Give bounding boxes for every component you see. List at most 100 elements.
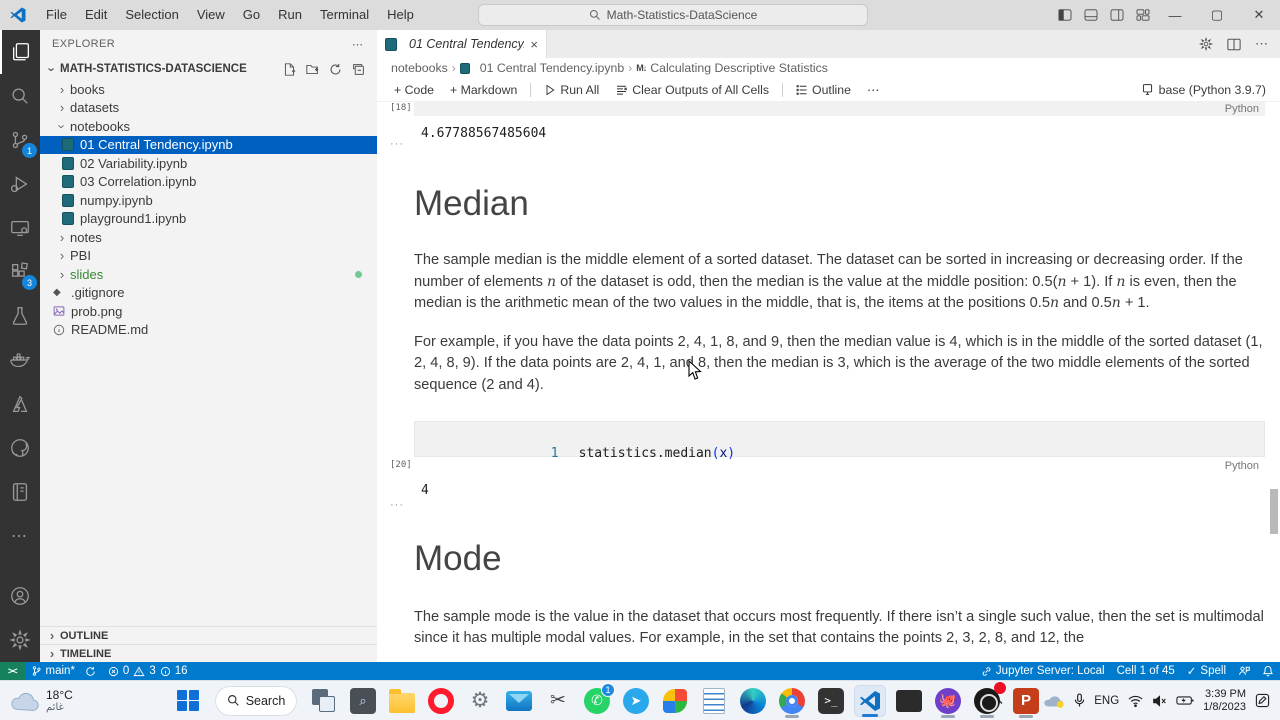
activity-testing[interactable] <box>0 294 40 338</box>
toggle-sidebar-icon[interactable] <box>1058 9 1072 21</box>
tree-file-02-variability-ipynb[interactable]: 02 Variability.ipynb <box>40 154 377 173</box>
tree-file-readme-md[interactable]: README.md <box>40 321 377 340</box>
command-center-search[interactable]: Math-Statistics-DataScience <box>478 4 868 26</box>
menu-selection[interactable]: Selection <box>116 0 187 30</box>
notebook-scrollbar[interactable] <box>1270 489 1278 534</box>
taskbar-search[interactable]: Search <box>211 685 301 717</box>
toggle-secondary-sidebar-icon[interactable] <box>1110 9 1124 21</box>
tree-folder-notes[interactable]: › notes <box>40 228 377 247</box>
menu-help[interactable]: Help <box>378 0 423 30</box>
kernel-picker[interactable]: base (Python 3.9.7) <box>1141 83 1280 97</box>
taskbar-whatsapp-icon[interactable]: ✆ 1 <box>581 682 615 717</box>
markdown-paragraph[interactable]: The sample mode is the value in the data… <box>414 607 1265 650</box>
new-folder-icon[interactable] <box>306 63 319 76</box>
tree-folder-datasets[interactable]: › datasets <box>40 99 377 118</box>
remote-indicator[interactable]: >< <box>0 662 25 680</box>
editor-more-actions-icon[interactable]: ⋯ <box>1255 36 1268 52</box>
taskbar-start-icon[interactable] <box>172 685 204 717</box>
wifi-icon[interactable] <box>1128 695 1143 707</box>
code-cell-partial[interactable]: Python <box>414 102 1265 116</box>
split-editor-icon[interactable] <box>1227 38 1241 51</box>
taskbar-cmd-icon[interactable] <box>893 685 925 717</box>
breadcrumb-notebooks[interactable]: notebooks <box>391 61 448 75</box>
tree-file--gitignore[interactable]: ◆ .gitignore <box>40 284 377 303</box>
taskbar-obs-icon[interactable] <box>971 681 1006 718</box>
breadcrumb-section[interactable]: Calculating Descriptive Statistics <box>650 61 828 75</box>
tab-central-tendency[interactable]: 01 Central Tendency.ipynb × <box>377 30 547 58</box>
tree-file-prob-png[interactable]: prob.png <box>40 302 377 321</box>
menu-view[interactable]: View <box>188 0 234 30</box>
customize-layout-icon[interactable] <box>1136 9 1150 21</box>
taskbar-file-explorer-icon[interactable] <box>386 685 418 717</box>
notebook-content[interactable]: [18] Python ··· 4.67788567485604 Median … <box>377 102 1280 662</box>
language-indicator[interactable]: ENG <box>1094 695 1119 707</box>
activity-github[interactable] <box>0 426 40 470</box>
taskbar-windows-terminal-icon[interactable]: >_ <box>815 685 847 717</box>
tree-file-01-central-tendency-ipynb[interactable]: 01 Central Tendency.ipynb <box>40 135 377 154</box>
activity-docker[interactable] <box>0 338 40 382</box>
battery-icon[interactable] <box>1176 695 1194 706</box>
account-button[interactable] <box>0 574 40 618</box>
taskbar-clock[interactable]: 3:39 PM 1/8/2023 <box>1203 688 1246 714</box>
activity-run-debug[interactable] <box>0 162 40 206</box>
code-cell-median[interactable]: 1 statistics.median(x) <box>414 420 1265 461</box>
tree-folder-notebooks[interactable]: › notebooks <box>40 117 377 136</box>
volume-muted-icon[interactable] <box>1152 694 1167 707</box>
manage-button[interactable] <box>0 618 40 662</box>
activity-source-control[interactable]: 1 <box>0 118 40 162</box>
menu-terminal[interactable]: Terminal <box>311 0 378 30</box>
taskbar-settings-app-icon[interactable]: ⚙ <box>464 685 496 717</box>
microphone-icon[interactable] <box>1074 693 1085 708</box>
taskbar-notepad-icon[interactable] <box>698 685 730 717</box>
close-button[interactable]: ✕ <box>1238 0 1280 30</box>
activity-explorer[interactable] <box>0 30 40 74</box>
cell-language-label[interactable]: Python <box>1225 459 1259 473</box>
breadcrumb-file[interactable]: 01 Central Tendency.ipynb <box>480 61 624 75</box>
activity-more[interactable]: ⋯ <box>0 514 40 558</box>
toggle-panel-icon[interactable] <box>1084 9 1098 21</box>
taskbar-github-desktop-icon[interactable]: 🐙 <box>932 685 964 718</box>
minimize-button[interactable]: — <box>1154 0 1196 30</box>
notification-center-icon[interactable] <box>1255 693 1270 708</box>
taskbar-vscode-icon[interactable] <box>854 684 886 717</box>
taskbar-telegram-icon[interactable]: ➤ <box>620 685 652 717</box>
markdown-heading-mode[interactable]: Mode <box>414 539 1265 579</box>
activity-extensions[interactable]: 3 <box>0 250 40 294</box>
toolbar-more-icon[interactable]: ⋯ <box>860 79 886 101</box>
cloud-sync-icon[interactable] <box>1043 694 1065 708</box>
markdown-paragraph[interactable]: For example, if you have the data points… <box>414 332 1265 397</box>
outline-panel-header[interactable]: › OUTLINE <box>40 626 377 644</box>
taskbar-colorful-app-icon[interactable] <box>659 685 691 717</box>
close-tab-icon[interactable]: × <box>530 37 538 52</box>
spell-item[interactable]: ✓ Spell <box>1181 662 1232 680</box>
menu-file[interactable]: File <box>37 0 76 30</box>
notifications-item[interactable] <box>1256 662 1280 680</box>
taskbar-opera-icon[interactable] <box>425 685 457 717</box>
taskbar-snipping-tool-icon[interactable]: ✂ <box>542 685 574 717</box>
taskbar-mail-icon[interactable] <box>503 685 535 717</box>
activity-azure[interactable] <box>0 382 40 426</box>
output-menu-icon[interactable]: ··· <box>390 499 404 511</box>
activity-remote-explorer[interactable] <box>0 206 40 250</box>
taskbar-powerpoint-icon[interactable]: P <box>1010 685 1042 718</box>
feedback-item[interactable] <box>1232 662 1256 680</box>
activity-search[interactable] <box>0 74 40 118</box>
explorer-more-actions-icon[interactable]: ⋯ <box>352 38 365 51</box>
cell-position-item[interactable]: Cell 1 of 45 <box>1111 662 1181 680</box>
weather-widget[interactable]: 18°C غائم <box>0 688 170 713</box>
cell-language-label[interactable]: Python <box>1225 102 1259 116</box>
tree-folder-slides[interactable]: › slides <box>40 265 377 284</box>
tree-folder-books[interactable]: › books <box>40 80 377 99</box>
editor-settings-gear-icon[interactable] <box>1199 37 1213 51</box>
add-markdown-cell-button[interactable]: + Markdown <box>443 79 524 101</box>
run-all-button[interactable]: Run All <box>537 79 606 101</box>
taskbar-task-view-icon[interactable] <box>308 685 340 717</box>
project-root-row[interactable]: › MATH-STATISTICS-DATASCIENCE <box>40 58 377 80</box>
collapse-folders-icon[interactable] <box>352 63 365 76</box>
refresh-icon[interactable] <box>329 63 342 76</box>
taskbar-chrome-icon[interactable] <box>776 685 808 718</box>
maximize-button[interactable]: ▢ <box>1196 0 1238 30</box>
menu-edit[interactable]: Edit <box>76 0 116 30</box>
tree-file-playground1-ipynb[interactable]: playground1.ipynb <box>40 210 377 229</box>
outline-button[interactable]: Outline <box>789 79 858 101</box>
